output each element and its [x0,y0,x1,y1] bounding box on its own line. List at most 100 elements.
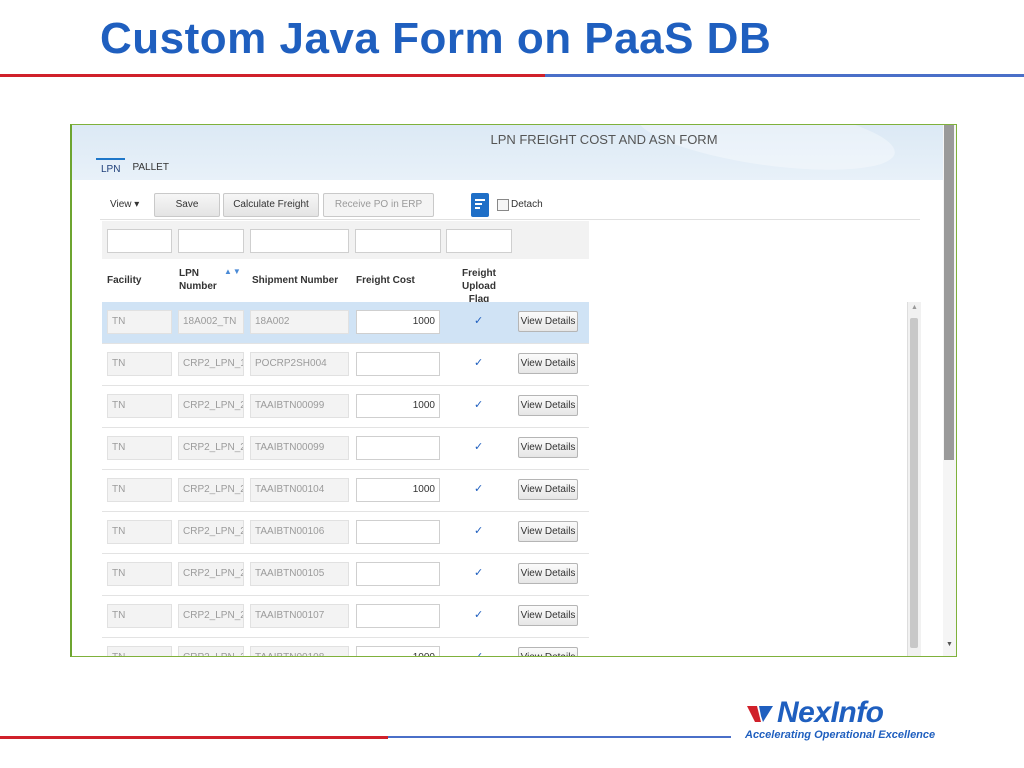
shipment-cell: TAAIBTN00105 [250,562,349,586]
logo-mark-icon [747,706,773,722]
app-window: LPN FREIGHT COST AND ASN FORM LPN PALLET… [70,124,957,657]
view-details-button[interactable]: View Details [518,563,578,584]
detach-icon[interactable] [497,199,509,211]
shipment-cell: POCRP2SH004 [250,352,349,376]
save-button[interactable]: Save [154,193,220,217]
freight-cost-input[interactable]: 1000 [356,310,440,334]
toolbar: View ▾ Save Calculate Freight Cost Recei… [100,191,920,232]
scroll-up-icon[interactable]: ▲ [911,304,918,311]
lpn-cell: CRP2_LPN_211 [178,562,244,586]
shipment-cell: TAAIBTN00104 [250,478,349,502]
freight-cost-input[interactable]: 1000 [356,478,440,502]
window-scrollbar[interactable]: ▼ [943,125,956,656]
table-row[interactable]: TN CRP2_LPN_218 TAAIBTN00108 1000 ✓ View… [102,638,589,657]
view-details-button[interactable]: View Details [518,647,578,656]
lpn-cell: CRP2_LPN_208 [178,478,244,502]
lpn-cell: 18A002_TN [178,310,244,334]
shipment-cell: TAAIBTN00099 [250,436,349,460]
col-header-freight-cost[interactable]: Freight Cost [356,274,415,287]
col-header-shipment-number[interactable]: Shipment Number [252,274,338,287]
freight-cost-filter-input[interactable] [355,229,441,253]
checkmark-icon: ✓ [474,609,484,621]
scroll-down-icon[interactable]: ▼ [946,641,953,648]
facility-cell: TN [107,394,172,418]
table-row[interactable]: TN CRP2_LPN_200 TAAIBTN00099 1000 ✓ View… [102,386,589,428]
facility-cell: TN [107,310,172,334]
filter-row [102,221,589,259]
freight-cost-input[interactable] [356,352,440,376]
calculate-freight-cost-button[interactable]: Calculate Freight Cost [223,193,319,232]
checkmark-icon: ✓ [474,483,484,495]
shipment-cell: TAAIBTN00099 [250,394,349,418]
facility-cell: TN [107,562,172,586]
grid-scroll-thumb[interactable] [910,318,918,648]
receive-po-button: Receive PO in ERP Cloud [323,193,434,232]
col-header-freight-upload-flag[interactable]: Freight Upload Flag [446,267,512,306]
lpn-cell: CRP2_LPN_200 [178,436,244,460]
table-row[interactable]: TN CRP2_LPN_102 POCRP2SH004 ✓ View Detai… [102,344,589,386]
checkmark-icon: ✓ [474,525,484,537]
facility-cell: TN [107,520,172,544]
table-row[interactable]: TN CRP2_LPN_200 TAAIBTN00099 ✓ View Deta… [102,428,589,470]
freight-cost-input[interactable] [356,436,440,460]
view-details-button[interactable]: View Details [518,395,578,416]
app-header: LPN FREIGHT COST AND ASN FORM LPN PALLET [72,125,956,183]
col-header-facility[interactable]: Facility [107,274,141,287]
window-scroll-thumb[interactable] [944,125,954,460]
shipment-cell: 18A002 [250,310,349,334]
app-title: LPN FREIGHT COST AND ASN FORM [490,132,718,147]
tab-bar: LPN PALLET [96,158,176,180]
detach-button[interactable]: Detach [511,199,543,210]
logo-brand: NexInfo [777,696,884,729]
view-menu[interactable]: View ▾ [110,199,139,210]
lpn-cell: CRP2_LPN_200 [178,394,244,418]
view-details-button[interactable]: View Details [518,437,578,458]
filter-icon[interactable] [471,193,489,217]
upload-flag-filter-input[interactable] [446,229,512,253]
view-details-button[interactable]: View Details [518,605,578,626]
freight-cost-input[interactable] [356,604,440,628]
freight-cost-input[interactable]: 1000 [356,394,440,418]
facility-cell: TN [107,478,172,502]
freight-cost-input[interactable]: 1000 [356,646,440,656]
shipment-filter-input[interactable] [250,229,349,253]
view-details-button[interactable]: View Details [518,521,578,542]
checkmark-icon: ✓ [474,399,484,411]
table-row[interactable]: TN 18A002_TN 18A002 1000 ✓ View Details [102,302,589,344]
sort-arrows-icon[interactable]: ▲▼ [224,267,242,276]
table-row[interactable]: TN CRP2_LPN_210 TAAIBTN00106 ✓ View Deta… [102,512,589,554]
lpn-cell: CRP2_LPN_218 [178,646,244,656]
freight-cost-input[interactable] [356,520,440,544]
facility-cell: TN [107,604,172,628]
top-divider [0,74,1024,78]
shipment-cell: TAAIBTN00108 [250,646,349,656]
freight-cost-input[interactable] [356,562,440,586]
facility-filter-input[interactable] [107,229,172,253]
checkmark-icon: ✓ [474,567,484,579]
company-logo: NexInfo Accelerating Operational Excelle… [745,696,945,748]
view-details-button[interactable]: View Details [518,479,578,500]
view-details-button[interactable]: View Details [518,353,578,374]
checkmark-icon: ✓ [474,441,484,453]
shipment-cell: TAAIBTN00107 [250,604,349,628]
shipment-cell: TAAIBTN00106 [250,520,349,544]
facility-cell: TN [107,352,172,376]
tab-lpn[interactable]: LPN [96,158,126,176]
logo-tagline: Accelerating Operational Excellence [745,729,936,741]
checkmark-icon: ✓ [474,315,484,327]
lpn-filter-input[interactable] [178,229,244,253]
grid-scrollbar[interactable]: ▲ [907,302,921,656]
slide-title: Custom Java Form on PaaS DB [100,14,772,63]
facility-cell: TN [107,436,172,460]
col-header-lpn-number[interactable]: LPN Number [179,267,217,293]
lpn-cell: CRP2_LPN_102 [178,352,244,376]
view-details-button[interactable]: View Details [518,311,578,332]
lpn-cell: CRP2_LPN_210 [178,520,244,544]
tab-pallet[interactable]: PALLET [127,158,174,176]
table-row[interactable]: TN CRP2_LPN_211 TAAIBTN00105 ✓ View Deta… [102,554,589,596]
table-row[interactable]: TN CRP2_LPN_217 TAAIBTN00107 ✓ View Deta… [102,596,589,638]
lpn-cell: CRP2_LPN_217 [178,604,244,628]
checkmark-icon: ✓ [474,357,484,369]
table-row[interactable]: TN CRP2_LPN_208 TAAIBTN00104 1000 ✓ View… [102,470,589,512]
checkmark-icon: ✓ [474,651,484,657]
